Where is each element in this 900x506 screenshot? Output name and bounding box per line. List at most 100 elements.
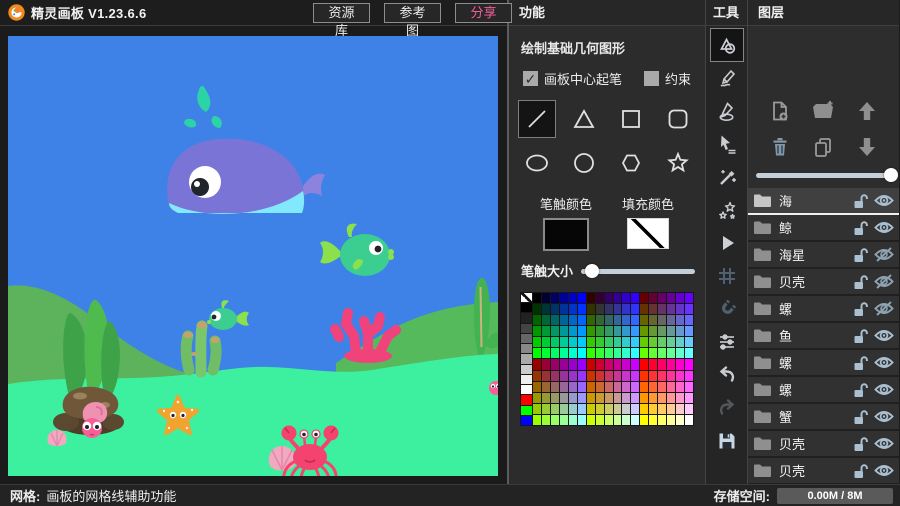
brush-tool-button[interactable] [710, 94, 744, 127]
palette-swatch[interactable] [578, 393, 586, 403]
palette-swatch[interactable] [533, 304, 541, 314]
layer-row[interactable]: 螺 [748, 350, 899, 377]
shape-line-button[interactable] [518, 100, 556, 138]
layer-visibility-toggle[interactable] [874, 274, 894, 289]
palette-swatch[interactable] [578, 359, 586, 369]
palette-swatch[interactable] [667, 382, 675, 392]
palette-swatch[interactable] [560, 304, 568, 314]
palette-swatch[interactable] [631, 371, 639, 381]
share-button[interactable]: 分享 [455, 3, 512, 23]
layer-lock-toggle[interactable] [853, 274, 868, 290]
palette-swatch[interactable] [551, 415, 559, 425]
palette-swatch[interactable] [649, 304, 657, 314]
palette-swatch[interactable] [551, 348, 559, 358]
adjust-tool-button[interactable] [710, 325, 744, 358]
layer-lock-toggle[interactable] [853, 355, 868, 371]
layer-visibility-toggle[interactable] [874, 301, 894, 316]
palette-swatch[interactable] [533, 382, 541, 392]
palette-swatch[interactable] [605, 293, 613, 303]
layer-lock-toggle[interactable] [853, 436, 868, 452]
palette-swatch[interactable] [605, 404, 613, 414]
palette-swatch[interactable] [640, 404, 648, 414]
resource-library-button[interactable]: 资源库 [313, 3, 370, 23]
palette-swatch[interactable] [622, 359, 630, 369]
palette-swatch[interactable] [622, 326, 630, 336]
palette-swatch[interactable] [631, 348, 639, 358]
layer-row[interactable]: 海星 [748, 242, 899, 269]
layer-lock-toggle[interactable] [853, 382, 868, 398]
palette-swatch[interactable] [587, 304, 595, 314]
palette-swatch[interactable] [533, 326, 541, 336]
palette-swatch[interactable] [569, 326, 577, 336]
palette-swatch[interactable] [622, 293, 630, 303]
palette-swatch[interactable] [667, 315, 675, 325]
palette-swatch[interactable] [631, 293, 639, 303]
palette-swatch[interactable] [676, 393, 684, 403]
palette-swatch[interactable] [605, 348, 613, 358]
palette-swatch[interactable] [640, 393, 648, 403]
palette-swatch[interactable] [560, 371, 568, 381]
palette-swatch[interactable] [569, 393, 577, 403]
palette-swatch[interactable] [640, 371, 648, 381]
layer-row[interactable]: 海 [748, 188, 899, 215]
palette-swatch[interactable] [533, 371, 541, 381]
palette-swatch[interactable] [569, 404, 577, 414]
palette-swatch[interactable] [658, 371, 666, 381]
palette-swatch[interactable] [569, 315, 577, 325]
duplicate-layer-button[interactable] [810, 134, 836, 160]
palette-swatch[interactable] [560, 293, 568, 303]
palette-swatch[interactable] [542, 337, 550, 347]
palette-swatch[interactable] [533, 315, 541, 325]
palette-swatch[interactable] [667, 359, 675, 369]
palette-swatch[interactable] [605, 393, 613, 403]
palette-swatch[interactable] [676, 348, 684, 358]
palette-swatch[interactable] [622, 382, 630, 392]
palette-swatch[interactable] [614, 348, 622, 358]
palette-swatch[interactable] [578, 371, 586, 381]
palette-swatch[interactable] [533, 415, 541, 425]
stroke-color-swatch[interactable] [543, 218, 589, 251]
palette-swatch[interactable] [533, 404, 541, 414]
magic-wand-tool-button[interactable] [710, 160, 744, 193]
palette-swatch[interactable] [569, 359, 577, 369]
palette-swatch[interactable] [640, 315, 648, 325]
palette-swatch[interactable] [667, 415, 675, 425]
palette-swatch[interactable] [640, 382, 648, 392]
select-tool-button[interactable] [710, 127, 744, 160]
palette-swatch[interactable] [614, 293, 622, 303]
palette-swatch[interactable] [587, 348, 595, 358]
palette-swatch[interactable] [596, 359, 604, 369]
layer-visibility-toggle[interactable] [874, 436, 894, 451]
palette-swatch[interactable] [605, 326, 613, 336]
palette-swatch[interactable] [587, 359, 595, 369]
layer-lock-toggle[interactable] [853, 193, 868, 209]
layer-visibility-toggle[interactable] [874, 409, 894, 424]
palette-swatch[interactable] [521, 395, 532, 404]
palette-swatch[interactable] [521, 365, 532, 374]
palette-swatch[interactable] [658, 393, 666, 403]
palette-swatch[interactable] [551, 326, 559, 336]
shape-square-button[interactable] [612, 100, 650, 138]
palette-swatch[interactable] [640, 348, 648, 358]
palette-swatch[interactable] [551, 293, 559, 303]
palette-swatch[interactable] [631, 326, 639, 336]
palette-swatch[interactable] [667, 304, 675, 314]
palette-swatch[interactable] [676, 415, 684, 425]
layer-lock-toggle[interactable] [853, 409, 868, 425]
palette-swatch[interactable] [614, 337, 622, 347]
palette-swatch[interactable] [560, 359, 568, 369]
palette-swatch[interactable] [605, 315, 613, 325]
palette-swatch[interactable] [551, 371, 559, 381]
palette-swatch[interactable] [521, 313, 532, 322]
palette-swatch[interactable] [596, 382, 604, 392]
palette-swatch[interactable] [533, 359, 541, 369]
palette-swatch[interactable] [658, 304, 666, 314]
palette-swatch[interactable] [596, 304, 604, 314]
palette-swatch[interactable] [676, 371, 684, 381]
palette-swatch[interactable] [685, 371, 693, 381]
palette-swatch[interactable] [622, 304, 630, 314]
palette-swatch[interactable] [542, 359, 550, 369]
palette-swatch[interactable] [521, 416, 532, 425]
magnet-tool-button[interactable] [710, 292, 744, 325]
palette-swatch[interactable] [542, 315, 550, 325]
